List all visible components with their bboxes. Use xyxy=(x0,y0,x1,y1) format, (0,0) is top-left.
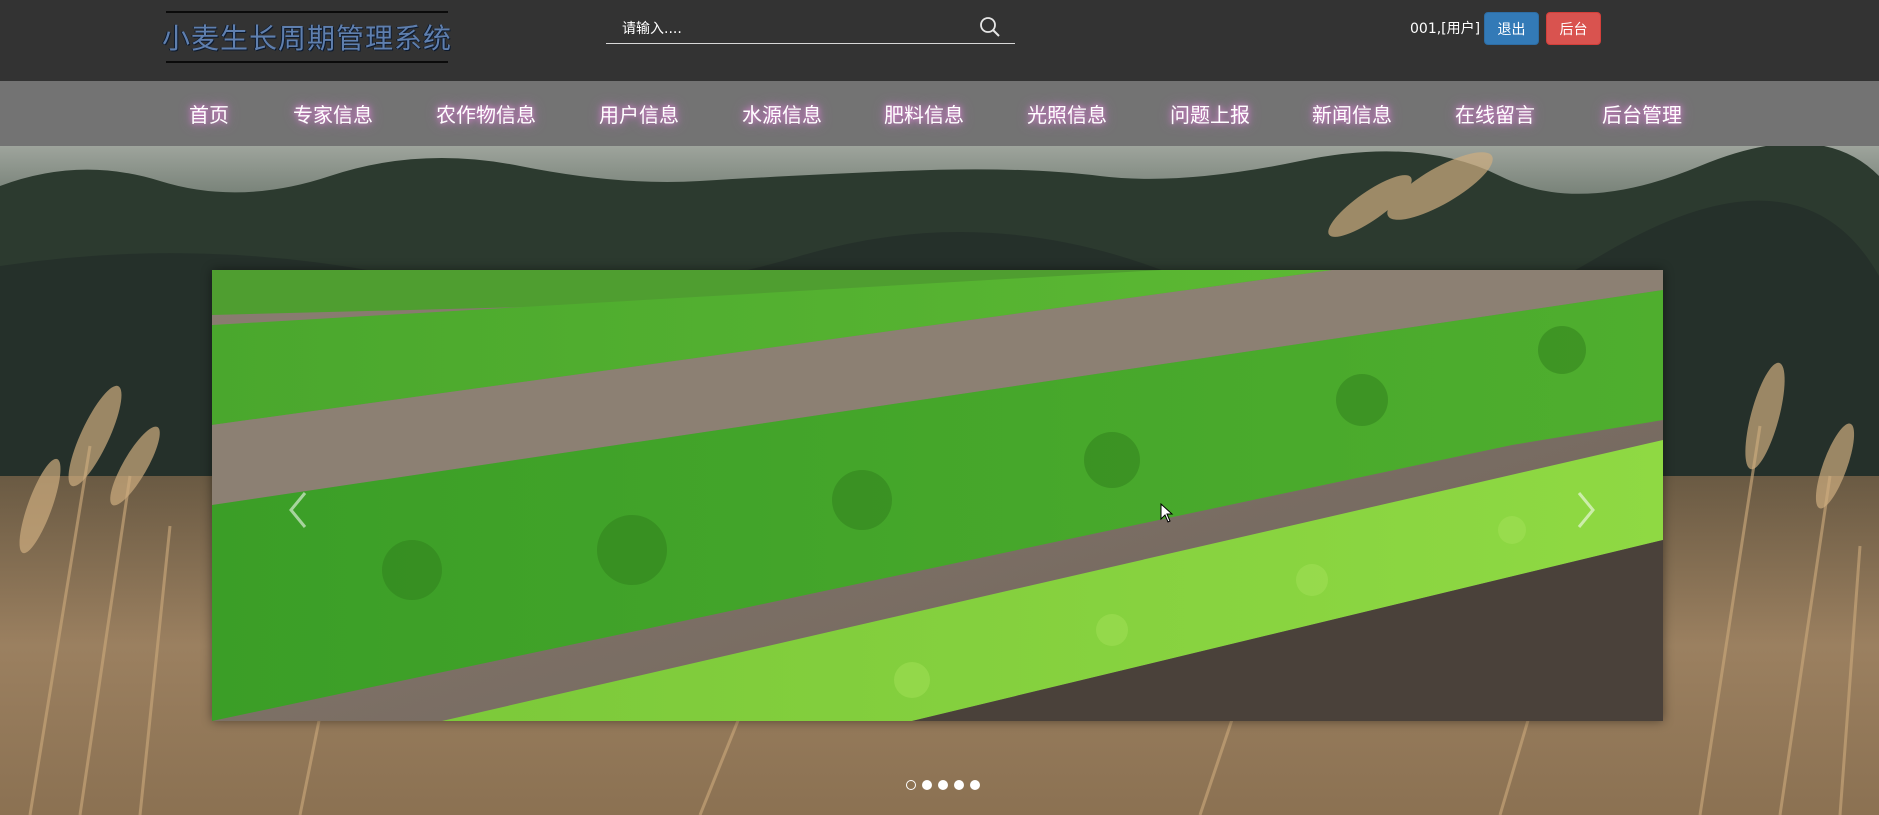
nav-item-home[interactable]: 首页 xyxy=(189,81,229,146)
mouse-pointer-icon xyxy=(1160,503,1174,523)
nav-item-light[interactable]: 光照信息 xyxy=(1027,81,1107,146)
current-user-label: 001,[用户] xyxy=(1410,21,1481,37)
nav-item-issues[interactable]: 问题上报 xyxy=(1170,81,1250,146)
chevron-left-icon[interactable] xyxy=(283,485,313,535)
nav-item-crops[interactable]: 农作物信息 xyxy=(436,81,536,146)
page: 小麦生长周期管理系统 001,[用户] 退出 后台 首页 专家信息 农作物信息 … xyxy=(0,0,1879,815)
top-header: 小麦生长周期管理系统 001,[用户] 退出 后台 xyxy=(0,0,1879,81)
nav-item-messages[interactable]: 在线留言 xyxy=(1455,81,1535,146)
admin-button[interactable]: 后台 xyxy=(1546,12,1601,45)
nav-item-news[interactable]: 新闻信息 xyxy=(1312,81,1392,146)
search-icon[interactable] xyxy=(978,15,1002,39)
vegetable-field-slide-image xyxy=(212,270,1663,721)
carousel-dot[interactable] xyxy=(970,780,980,790)
carousel-indicators xyxy=(906,780,980,792)
logout-button[interactable]: 退出 xyxy=(1484,12,1539,45)
logo-text: 小麦生长周期管理系统 xyxy=(162,22,453,55)
chevron-right-icon[interactable] xyxy=(1571,485,1601,535)
carousel-dot[interactable] xyxy=(906,780,916,790)
nav-item-admin[interactable]: 后台管理 xyxy=(1602,81,1682,146)
nav-item-users[interactable]: 用户信息 xyxy=(599,81,679,146)
carousel-dot[interactable] xyxy=(938,780,948,790)
site-logo[interactable]: 小麦生长周期管理系统 xyxy=(162,11,451,63)
search-bar xyxy=(606,12,1015,44)
carousel-dot[interactable] xyxy=(954,780,964,790)
nav-item-water[interactable]: 水源信息 xyxy=(742,81,822,146)
main-nav: 首页 专家信息 农作物信息 用户信息 水源信息 肥料信息 光照信息 问题上报 新… xyxy=(0,81,1879,146)
nav-item-fertilizer[interactable]: 肥料信息 xyxy=(884,81,964,146)
search-input[interactable] xyxy=(620,17,964,41)
nav-item-experts[interactable]: 专家信息 xyxy=(293,81,373,146)
image-carousel[interactable] xyxy=(212,270,1663,721)
carousel-dot[interactable] xyxy=(922,780,932,790)
